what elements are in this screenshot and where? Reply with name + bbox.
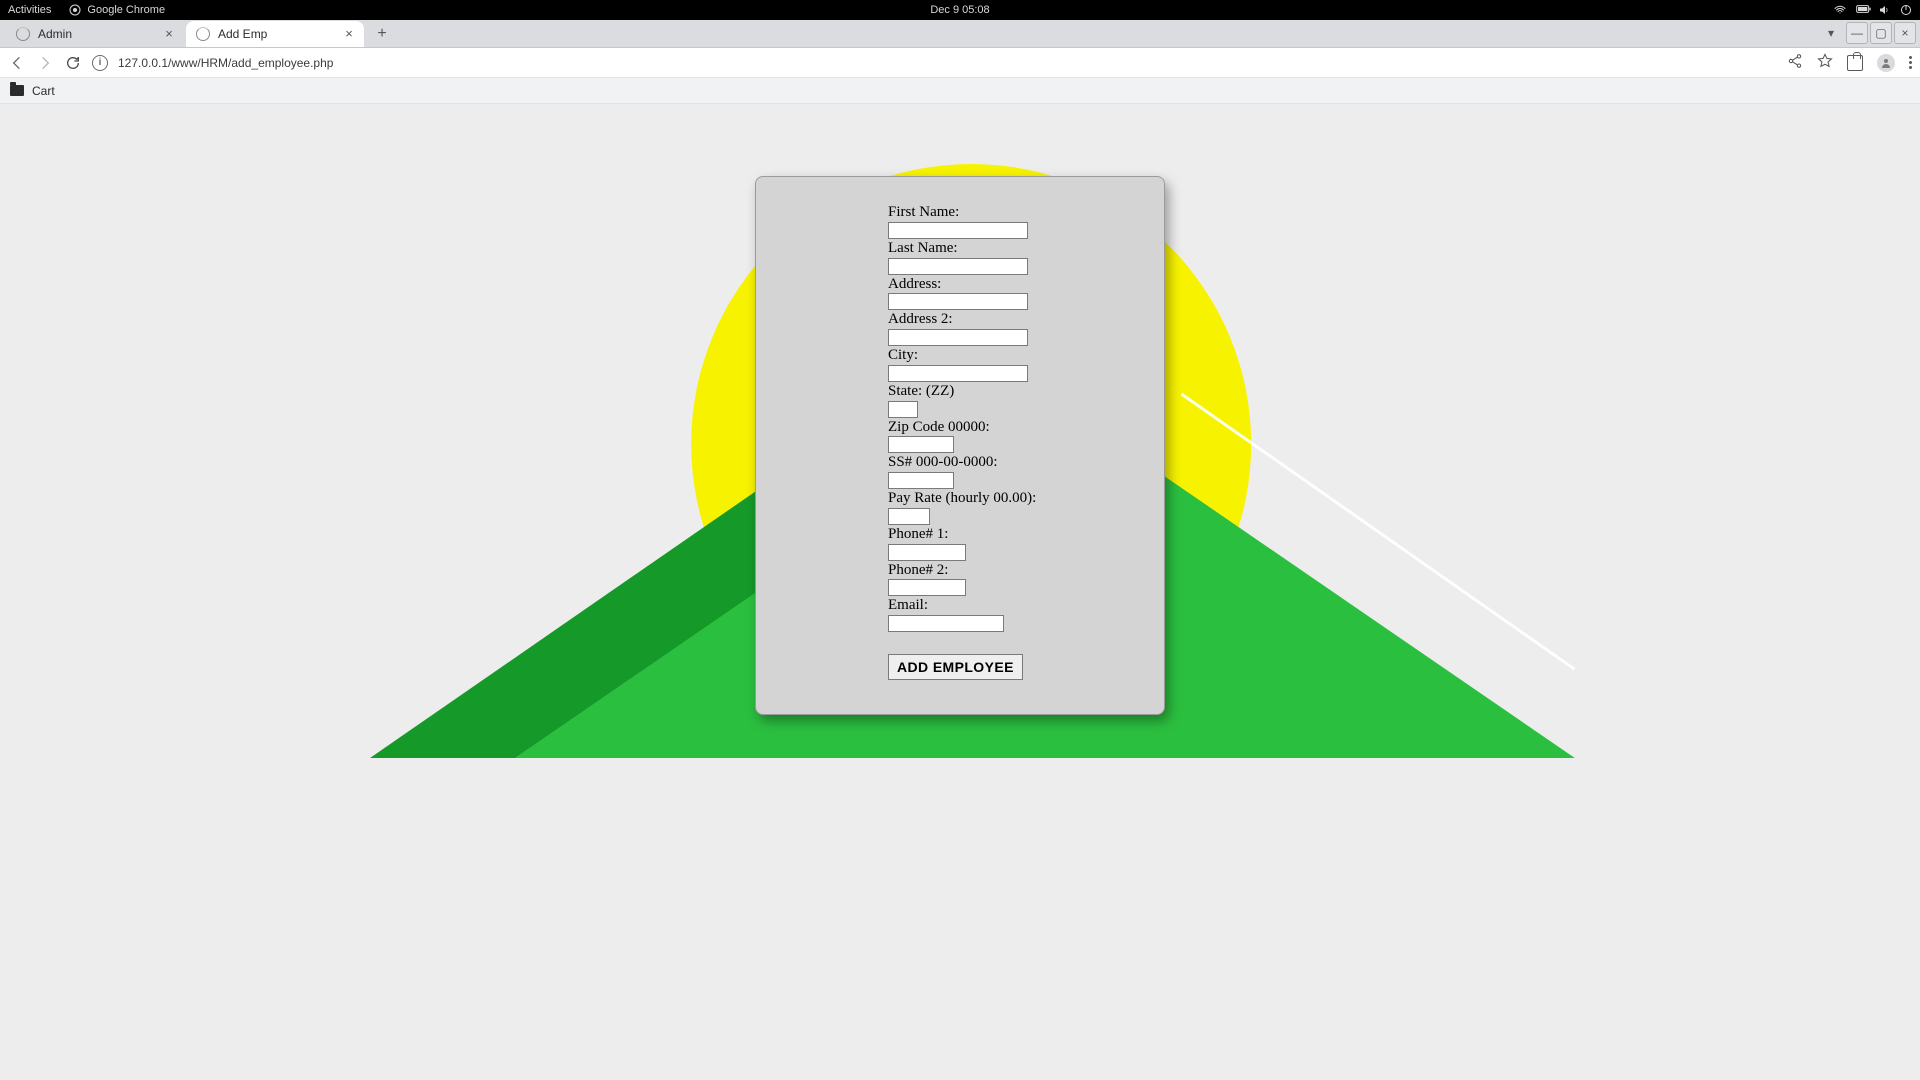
- page-viewport: First Name: Last Name: Address: Address …: [0, 104, 1920, 1080]
- back-button[interactable]: [8, 54, 26, 72]
- phone1-input[interactable]: [888, 544, 966, 561]
- minimize-button[interactable]: —: [1846, 22, 1868, 44]
- chrome-icon: [69, 4, 81, 16]
- last-name-label: Last Name:: [888, 239, 1138, 258]
- wifi-icon[interactable]: [1834, 4, 1846, 16]
- tabs-dropdown-icon[interactable]: ▾: [1828, 26, 1834, 40]
- os-top-bar: Activities Google Chrome Dec 9 05:08: [0, 0, 1920, 20]
- phone2-label: Phone# 2:: [888, 561, 1138, 580]
- email-label: Email:: [888, 596, 1138, 615]
- bookmark-star-icon[interactable]: [1817, 53, 1833, 72]
- phone1-label: Phone# 1:: [888, 525, 1138, 544]
- profile-avatar[interactable]: [1877, 54, 1895, 72]
- close-icon[interactable]: ×: [342, 27, 356, 41]
- activities-button[interactable]: Activities: [8, 4, 51, 16]
- maximize-button[interactable]: ▢: [1870, 22, 1892, 44]
- close-icon[interactable]: ×: [162, 27, 176, 41]
- ssn-label: SS# 000-00-0000:: [888, 453, 1138, 472]
- forward-button[interactable]: [36, 54, 54, 72]
- pay-rate-label: Pay Rate (hourly 00.00):: [888, 489, 1138, 508]
- zip-input[interactable]: [888, 436, 954, 453]
- state-input[interactable]: [888, 401, 918, 418]
- site-info-icon[interactable]: i: [92, 55, 108, 71]
- add-employee-form: First Name: Last Name: Address: Address …: [755, 176, 1165, 715]
- address-label: Address:: [888, 275, 1138, 294]
- reload-button[interactable]: [64, 54, 82, 72]
- active-app-name: Google Chrome: [87, 4, 165, 16]
- city-input[interactable]: [888, 365, 1028, 382]
- bookmarks-bar: Cart: [0, 78, 1920, 104]
- globe-icon: [196, 27, 210, 41]
- battery-icon[interactable]: [1856, 4, 1868, 16]
- address2-label: Address 2:: [888, 310, 1138, 329]
- zip-label: Zip Code 00000:: [888, 418, 1138, 437]
- add-employee-button[interactable]: ADD EMPLOYEE: [888, 654, 1023, 680]
- email-input[interactable]: [888, 615, 1004, 632]
- active-app-indicator[interactable]: Google Chrome: [69, 4, 165, 16]
- address2-input[interactable]: [888, 329, 1028, 346]
- new-tab-button[interactable]: +: [370, 22, 394, 46]
- tab-add-emp[interactable]: Add Emp ×: [186, 21, 364, 47]
- chrome-menu-icon[interactable]: [1909, 56, 1912, 69]
- folder-icon: [10, 85, 24, 96]
- tab-title: Admin: [38, 27, 72, 41]
- share-icon[interactable]: [1787, 53, 1803, 72]
- address-input[interactable]: [888, 293, 1028, 310]
- pay-rate-input[interactable]: [888, 508, 930, 525]
- last-name-input[interactable]: [888, 258, 1028, 275]
- first-name-label: First Name:: [888, 203, 1138, 222]
- tab-title: Add Emp: [218, 27, 267, 41]
- ssn-input[interactable]: [888, 472, 954, 489]
- phone2-input[interactable]: [888, 579, 966, 596]
- tab-admin[interactable]: Admin ×: [6, 21, 184, 47]
- close-window-button[interactable]: ×: [1894, 22, 1916, 44]
- browser-tabstrip: Admin × Add Emp × + ▾ — ▢ ×: [0, 20, 1920, 48]
- bookmark-cart[interactable]: Cart: [32, 84, 55, 98]
- clock[interactable]: Dec 9 05:08: [930, 4, 989, 16]
- first-name-input[interactable]: [888, 222, 1028, 239]
- city-label: City:: [888, 346, 1138, 365]
- extensions-icon[interactable]: [1847, 55, 1863, 71]
- globe-icon: [16, 27, 30, 41]
- state-label: State: (ZZ): [888, 382, 1138, 401]
- volume-icon[interactable]: [1878, 4, 1890, 16]
- url-text[interactable]: 127.0.0.1/www/HRM/add_employee.php: [118, 56, 333, 70]
- address-bar: i 127.0.0.1/www/HRM/add_employee.php: [0, 48, 1920, 78]
- power-icon[interactable]: [1900, 4, 1912, 16]
